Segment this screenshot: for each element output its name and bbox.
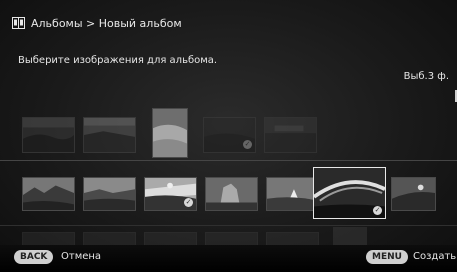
check-icon: ✓ bbox=[373, 206, 382, 215]
tray-thumbnail[interactable]: ✓ bbox=[203, 117, 256, 153]
next-row-thumbnail[interactable] bbox=[333, 227, 367, 246]
strip-thumbnail[interactable] bbox=[22, 177, 75, 211]
next-row-thumbnail[interactable] bbox=[205, 232, 258, 246]
next-row-thumbnail[interactable] bbox=[22, 232, 75, 246]
check-icon: ✓ bbox=[184, 198, 193, 207]
strip-thumbnail[interactable] bbox=[83, 177, 136, 211]
breadcrumb-text: Альбомы > Новый альбом bbox=[31, 16, 182, 30]
strip-thumbnail[interactable] bbox=[205, 177, 258, 211]
strip-thumbnail-focused[interactable]: ✓ bbox=[313, 167, 386, 219]
check-icon: ✓ bbox=[243, 140, 252, 149]
back-button[interactable]: BACK bbox=[14, 250, 54, 264]
next-row-thumbnail[interactable] bbox=[144, 232, 197, 246]
breadcrumb: Альбомы > Новый альбом bbox=[12, 15, 182, 31]
next-row-thumbnail[interactable] bbox=[83, 232, 136, 246]
tray-thumbnail[interactable] bbox=[83, 117, 136, 153]
selected-count: Выб.3 ф. bbox=[403, 71, 449, 82]
menu-button[interactable]: MENU bbox=[366, 250, 408, 264]
album-picker-screen: Альбомы > Новый альбом Выберите изображе… bbox=[0, 0, 457, 272]
strip-thumbnail[interactable]: ✓ bbox=[144, 177, 197, 211]
instruction-text: Выберите изображения для альбома. bbox=[18, 55, 218, 66]
divider-bottom bbox=[0, 225, 457, 226]
next-row-thumbnail[interactable] bbox=[266, 232, 319, 246]
strip-thumbnail[interactable] bbox=[391, 177, 436, 211]
tray-thumbnail[interactable] bbox=[22, 117, 75, 153]
album-book-icon bbox=[12, 17, 25, 29]
tray-thumbnail[interactable] bbox=[264, 117, 317, 153]
tray-thumbnail[interactable] bbox=[152, 108, 188, 158]
divider-top bbox=[0, 160, 457, 161]
strip-thumbnail[interactable] bbox=[266, 177, 319, 211]
menu-label: Создать bbox=[413, 251, 457, 262]
back-label: Отмена bbox=[61, 251, 102, 262]
footer-bar: BACK Отмена MENU Создать bbox=[0, 245, 457, 272]
